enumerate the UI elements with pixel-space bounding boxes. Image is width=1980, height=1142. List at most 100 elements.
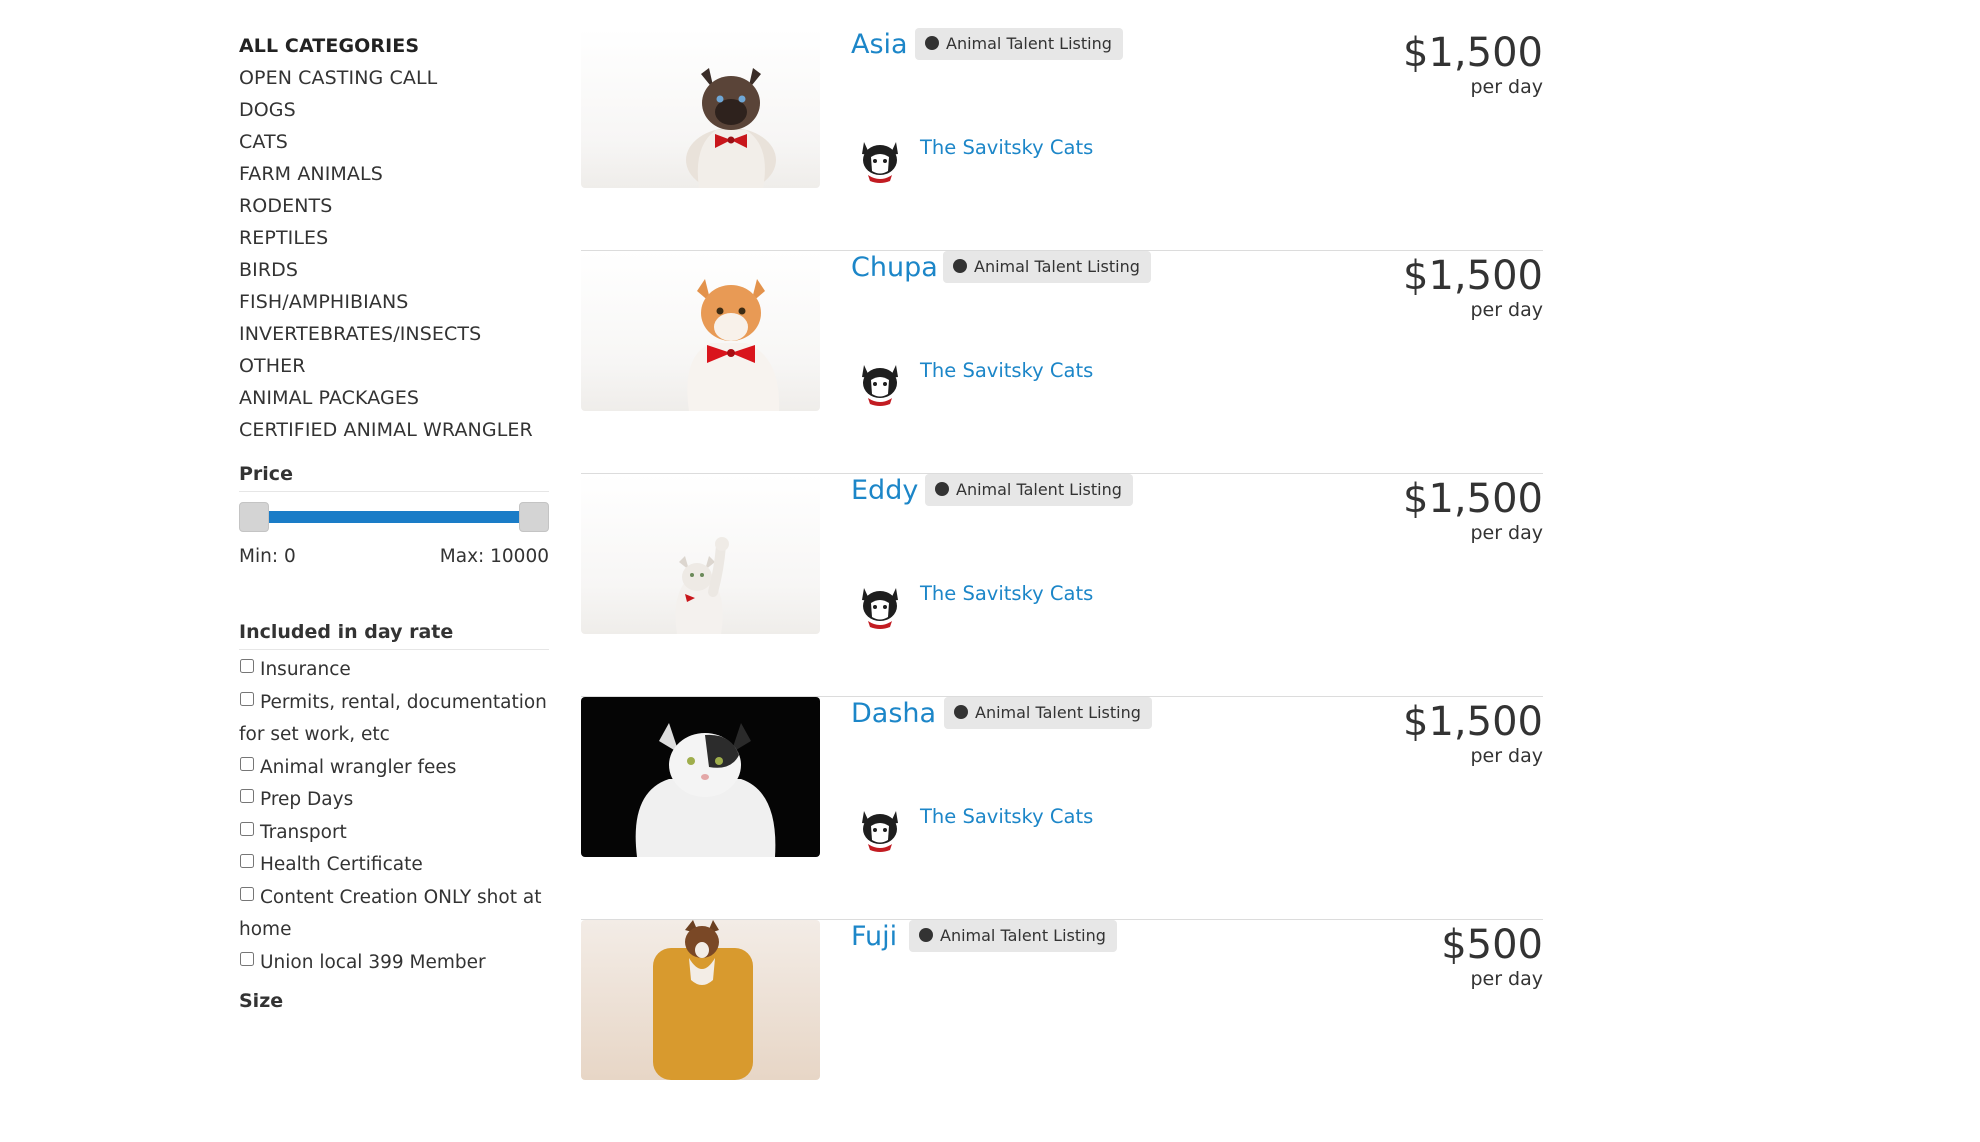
price-range-labels: Min: 0 Max: 10000	[239, 546, 549, 567]
listing-card: Dasha Animal Talent Listing The Savitsky…	[581, 697, 1543, 920]
owner-link[interactable]: The Savitsky Cats	[920, 805, 1093, 828]
price-unit: per day	[1470, 299, 1543, 321]
dog-photo-icon	[653, 920, 753, 1080]
listing-price: $1,500	[1403, 699, 1543, 745]
price-unit: per day	[1470, 968, 1543, 990]
listing-type-badge: Animal Talent Listing	[944, 697, 1152, 729]
badge-label: Animal Talent Listing	[975, 703, 1141, 722]
included-option: Insurance	[239, 654, 549, 687]
owner-avatar[interactable]	[853, 352, 907, 406]
union-member-checkbox[interactable]	[240, 951, 254, 966]
category-cats[interactable]: CATS	[239, 126, 549, 158]
listing-photo[interactable]	[581, 251, 820, 411]
listing-type-badge: Animal Talent Listing	[909, 920, 1117, 952]
price-max-label: Max: 10000	[439, 546, 549, 567]
option-label: Transport	[260, 821, 347, 843]
category-fish-amphibians[interactable]: FISH/AMPHIBIANS	[239, 286, 549, 318]
option-label: Health Certificate	[260, 854, 423, 875]
included-option: Animal wrangler fees	[239, 752, 549, 785]
included-options: Insurance Permits, rental, documentation…	[239, 654, 549, 979]
filter-sidebar: ALL CATEGORIES OPEN CASTING CALL DOGS CA…	[239, 30, 549, 1012]
listing-name[interactable]: Chupa	[851, 251, 938, 285]
cat-photo-icon	[686, 68, 776, 188]
price-max-handle[interactable]	[519, 502, 549, 532]
cat-photo-icon	[635, 723, 776, 857]
category-birds[interactable]: BIRDS	[239, 254, 549, 286]
wrangler-fees-checkbox[interactable]	[240, 756, 254, 771]
content-creation-checkbox[interactable]	[240, 886, 254, 901]
category-all[interactable]: ALL CATEGORIES	[239, 30, 549, 62]
listing-price: $500	[1441, 922, 1543, 968]
option-label: Prep Days	[260, 789, 354, 810]
owner-avatar[interactable]	[853, 575, 907, 629]
transport-checkbox[interactable]	[240, 821, 254, 836]
price-unit: per day	[1470, 76, 1543, 98]
listing-card: Fuji Animal Talent Listing $500 per day	[581, 920, 1543, 1142]
dot-icon	[953, 259, 967, 273]
cat-photo-icon	[687, 279, 780, 411]
category-other[interactable]: OTHER	[239, 350, 549, 382]
owner-avatar[interactable]	[853, 129, 907, 183]
listing-results: Asia Animal Talent Listing The Savitsky …	[581, 28, 1543, 1142]
category-dogs[interactable]: DOGS	[239, 94, 549, 126]
dot-icon	[954, 705, 968, 719]
option-label: Insurance	[260, 659, 351, 680]
option-label: Union local 399 Member	[260, 951, 486, 973]
dot-icon	[919, 928, 933, 942]
option-label: Content Creation ONLY shot at home	[239, 886, 542, 941]
badge-label: Animal Talent Listing	[974, 257, 1140, 276]
listing-price: $1,500	[1403, 30, 1543, 76]
category-rodents[interactable]: RODENTS	[239, 190, 549, 222]
listing-price: $1,500	[1403, 476, 1543, 522]
category-farm-animals[interactable]: FARM ANIMALS	[239, 158, 549, 190]
owner-link[interactable]: The Savitsky Cats	[920, 136, 1093, 159]
price-filter: Price Min: 0 Max: 10000	[239, 461, 549, 567]
listing-photo[interactable]	[581, 697, 820, 857]
listing-price: $1,500	[1403, 253, 1543, 299]
listing-photo[interactable]	[581, 474, 820, 634]
listing-card: Chupa Animal Talent Listing The Savitsky…	[581, 251, 1543, 474]
included-option: Health Certificate	[239, 849, 549, 882]
owner-link[interactable]: The Savitsky Cats	[920, 582, 1093, 605]
listing-card: Eddy Animal Talent Listing The Savitsky …	[581, 474, 1543, 697]
health-certificate-checkbox[interactable]	[240, 854, 254, 868]
listing-photo[interactable]	[581, 920, 820, 1080]
included-option: Union local 399 Member	[239, 947, 549, 980]
owner-avatar[interactable]	[853, 798, 907, 852]
listing-name[interactable]: Dasha	[851, 697, 936, 731]
permits-checkbox[interactable]	[240, 691, 254, 706]
included-option: Prep Days	[239, 784, 549, 817]
dot-icon	[925, 36, 939, 50]
listing-type-badge: Animal Talent Listing	[925, 474, 1133, 506]
badge-label: Animal Talent Listing	[956, 480, 1122, 499]
listing-name[interactable]: Asia	[851, 28, 908, 62]
badge-label: Animal Talent Listing	[940, 926, 1106, 945]
category-list: ALL CATEGORIES OPEN CASTING CALL DOGS CA…	[239, 30, 549, 446]
listing-card: Asia Animal Talent Listing The Savitsky …	[581, 28, 1543, 251]
option-label: Permits, rental, documentation for set w…	[239, 691, 547, 746]
size-filter-title: Size	[239, 990, 284, 1012]
listing-type-badge: Animal Talent Listing	[915, 28, 1123, 60]
listing-photo[interactable]	[581, 28, 820, 188]
price-unit: per day	[1470, 745, 1543, 767]
price-slider-track[interactable]	[257, 511, 531, 523]
included-filter-title: Included in day rate	[239, 619, 549, 650]
category-certified-animal-wrangler[interactable]: CERTIFIED ANIMAL WRANGLER	[239, 414, 549, 446]
category-invertebrates-insects[interactable]: INVERTEBRATES/INSECTS	[239, 318, 549, 350]
owner-link[interactable]: The Savitsky Cats	[920, 359, 1093, 382]
category-animal-packages[interactable]: ANIMAL PACKAGES	[239, 382, 549, 414]
category-open-casting-call[interactable]: OPEN CASTING CALL	[239, 62, 549, 94]
prep-days-checkbox[interactable]	[240, 789, 254, 803]
included-option: Permits, rental, documentation for set w…	[239, 687, 549, 752]
included-option: Transport	[239, 817, 549, 850]
insurance-checkbox[interactable]	[240, 659, 254, 673]
listing-name[interactable]: Eddy	[851, 474, 918, 508]
price-range-slider[interactable]	[239, 502, 549, 532]
cat-photo-icon	[675, 537, 729, 634]
price-min-handle[interactable]	[239, 502, 269, 532]
price-filter-title: Price	[239, 461, 549, 492]
listing-name[interactable]: Fuji	[851, 920, 897, 954]
included-filter: Included in day rate Insurance Permits, …	[239, 619, 549, 979]
badge-label: Animal Talent Listing	[946, 34, 1112, 53]
category-reptiles[interactable]: REPTILES	[239, 222, 549, 254]
